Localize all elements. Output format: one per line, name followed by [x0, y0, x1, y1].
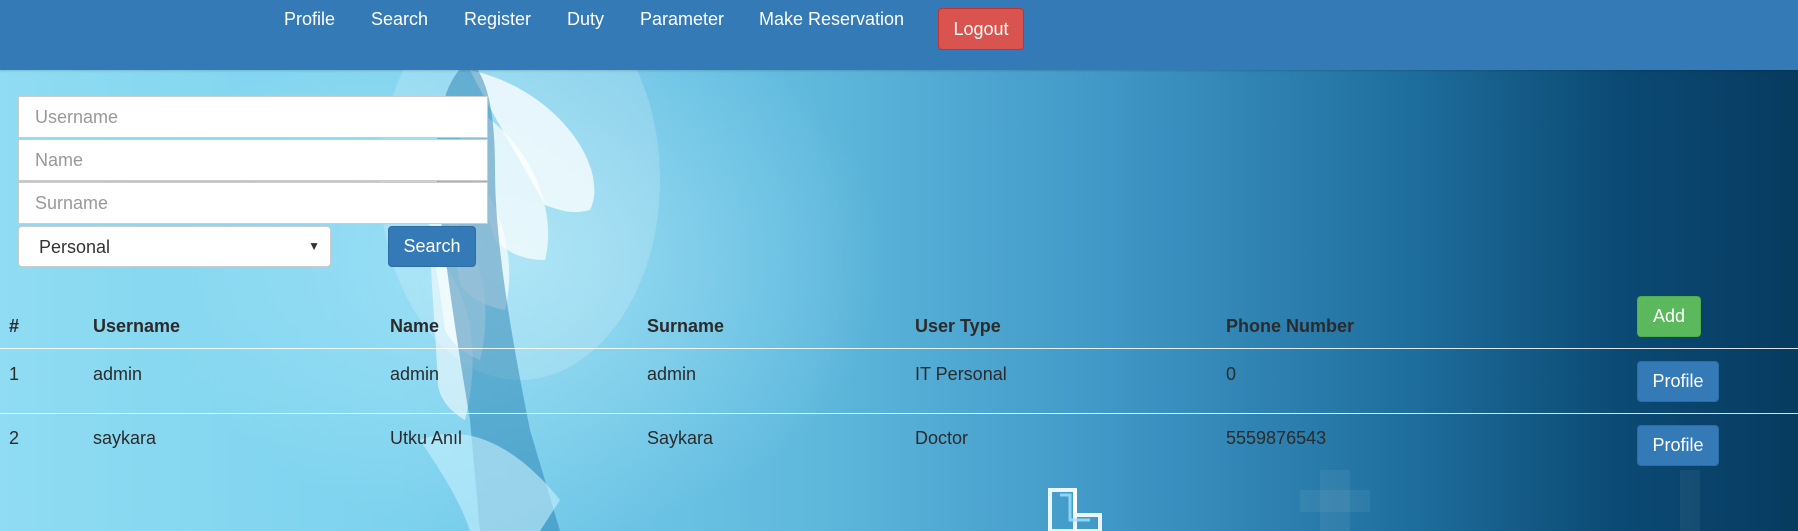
nav-duty[interactable]: Duty — [567, 9, 604, 30]
cell-surname: admin — [647, 364, 697, 384]
add-user-button[interactable]: Add — [1637, 296, 1701, 337]
table-divider — [0, 348, 1798, 349]
user-type-select[interactable]: Personal ▼ — [18, 226, 331, 267]
nav-make-reservation[interactable]: Make Reservation — [759, 9, 904, 30]
search-button[interactable]: Search — [388, 226, 476, 267]
cell-username: admin — [93, 364, 143, 384]
top-navbar: Profile Search Register Duty Parameter M… — [0, 0, 1798, 70]
cell-surname: Saykara — [647, 428, 714, 448]
cell-phone-number: 5559876543 — [1226, 428, 1327, 448]
cell-name: admin — [390, 364, 440, 384]
table-divider — [0, 413, 1798, 414]
cell-name: Utku Anıl — [390, 428, 463, 448]
nav-parameter[interactable]: Parameter — [640, 9, 724, 30]
cell-number: 2 — [9, 428, 20, 448]
column-header-surname: Surname — [647, 316, 725, 336]
column-header-user-type: User Type — [915, 316, 1001, 336]
column-header-name: Name — [390, 316, 440, 336]
chevron-down-icon: ▼ — [308, 239, 320, 253]
surname-input[interactable] — [18, 182, 488, 224]
cell-user-type: IT Personal — [915, 364, 1007, 384]
cell-user-type: Doctor — [915, 428, 969, 448]
column-header-username: Username — [93, 316, 181, 336]
nav-profile[interactable]: Profile — [284, 9, 335, 30]
user-type-selected-value: Personal — [39, 237, 111, 257]
column-header-phone-number: Phone Number — [1226, 316, 1355, 336]
username-input[interactable] — [18, 96, 488, 138]
logout-button[interactable]: Logout — [938, 8, 1024, 50]
cell-phone-number: 0 — [1226, 364, 1237, 384]
row-profile-button[interactable]: Profile — [1637, 361, 1719, 402]
cell-number: 1 — [9, 364, 20, 384]
column-header-number: # — [9, 316, 20, 336]
nav-search[interactable]: Search — [371, 9, 428, 30]
nav-register[interactable]: Register — [464, 9, 531, 30]
name-input[interactable] — [18, 139, 488, 181]
row-profile-button[interactable]: Profile — [1637, 425, 1719, 466]
cell-username: saykara — [93, 428, 157, 448]
